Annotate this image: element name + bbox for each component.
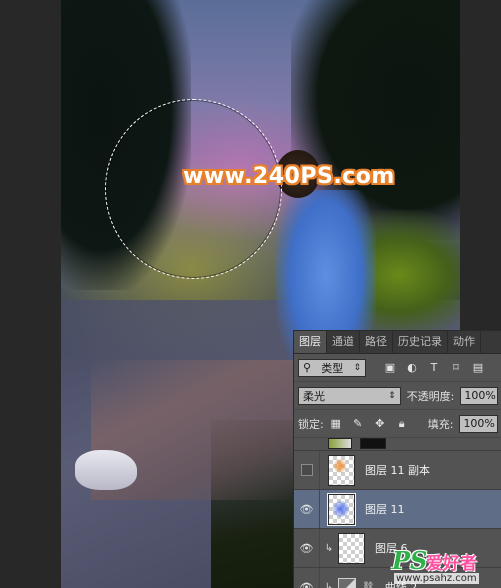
blend-mode-select[interactable]: 柔光 ⇕ [298, 386, 401, 405]
layer-name: 图层 11 副本 [365, 464, 430, 477]
eye-icon: 👁︎ [299, 502, 314, 516]
visibility-toggle[interactable]: 👁︎ [294, 568, 320, 588]
lock-transparency-icon[interactable]: ▦ [330, 417, 342, 431]
image-filter-icon[interactable]: ▣ [384, 361, 396, 374]
tab-paths[interactable]: 路径 [360, 331, 393, 353]
fill-label: 填充: [427, 417, 454, 431]
layer-row-partial[interactable] [294, 438, 501, 451]
visibility-toggle[interactable] [294, 451, 320, 489]
clipping-arrow-icon: ↳ [324, 581, 334, 588]
opacity-label: 不透明度: [406, 389, 455, 403]
tab-channels[interactable]: 通道 [327, 331, 360, 353]
type-filter-icon[interactable]: T [428, 361, 440, 374]
layer-thumbnail [328, 438, 352, 449]
updown-arrow-icon: ⇕ [353, 362, 361, 373]
blend-mode-value: 柔光 [303, 389, 325, 403]
link-chain-icon: ⛓ [362, 581, 375, 588]
visibility-toggle[interactable]: 👁︎ [294, 490, 320, 528]
curves-adjustment-icon [338, 578, 356, 588]
eye-icon: 👁︎ [299, 541, 314, 555]
elliptical-selection-marquee[interactable] [105, 99, 282, 279]
filter-row: ⚲ 类型 ⇕ ▣ ◐ T ⌑ ▤ [294, 354, 501, 382]
person-shoe [75, 450, 137, 490]
hidden-visibility-box [300, 464, 313, 476]
layer-row[interactable]: 图层 11 副本 [294, 451, 501, 490]
corner-watermark-url: www.psahz.com [394, 573, 479, 584]
tab-history[interactable]: 历史记录 [393, 331, 448, 353]
layer-thumbnail [328, 454, 355, 486]
shape-filter-icon[interactable]: ⌑ [450, 361, 462, 374]
blend-row: 柔光 ⇕ 不透明度: 100% [294, 382, 501, 410]
tab-layers[interactable]: 图层 [294, 331, 327, 353]
lock-pixels-brush-icon[interactable]: ✎ [352, 417, 364, 431]
lock-position-move-icon[interactable]: ✥ [374, 417, 386, 431]
clipping-arrow-icon: ↳ [324, 542, 334, 554]
layer-thumbnail [338, 532, 365, 564]
lock-label: 锁定: [298, 417, 324, 431]
filter-kind-label: 类型 [321, 361, 344, 375]
visibility-toggle[interactable]: 👁︎ [294, 529, 320, 567]
tab-actions[interactable]: 动作 [448, 331, 481, 353]
smart-object-filter-icon[interactable]: ▤ [472, 361, 484, 374]
fill-input[interactable]: 100% [459, 414, 498, 433]
layer-mask-thumbnail [360, 438, 386, 449]
corner-watermark-brand: PS [392, 546, 428, 575]
eye-icon: 👁︎ [299, 580, 314, 588]
corner-watermark-text: 爱好者 [426, 554, 477, 574]
layer-row-selected[interactable]: 👁︎ 图层 11 [294, 490, 501, 529]
corner-watermark-logo: PS 爱好者 www.psahz.com [392, 546, 501, 588]
site-watermark: www.240PS.com [183, 164, 395, 189]
opacity-input[interactable]: 100% [460, 386, 498, 405]
lock-row: 锁定: ▦ ✎ ✥ 🔒︎ 填充: 100% [294, 410, 501, 438]
lock-all-icon[interactable]: 🔒︎ [396, 417, 408, 431]
filter-icons: ▣ ◐ T ⌑ ▤ [384, 361, 484, 374]
photoshop-workspace: www.240PS.com 图层 通道 路径 历史记录 动作 ⚲ 类型 ⇕ ▣ … [0, 0, 501, 588]
lock-icons: ▦ ✎ ✥ 🔒︎ [330, 417, 408, 431]
adjustment-filter-icon[interactable]: ◐ [406, 361, 418, 374]
panel-tabs: 图层 通道 路径 历史记录 动作 [294, 331, 501, 354]
filter-kind-select[interactable]: ⚲ 类型 ⇕ [298, 358, 366, 377]
layer-thumbnail [327, 492, 356, 526]
updown-arrow-icon: ⇕ [388, 390, 396, 401]
layer-name: 图层 11 [365, 503, 405, 516]
search-icon: ⚲ [303, 361, 312, 374]
